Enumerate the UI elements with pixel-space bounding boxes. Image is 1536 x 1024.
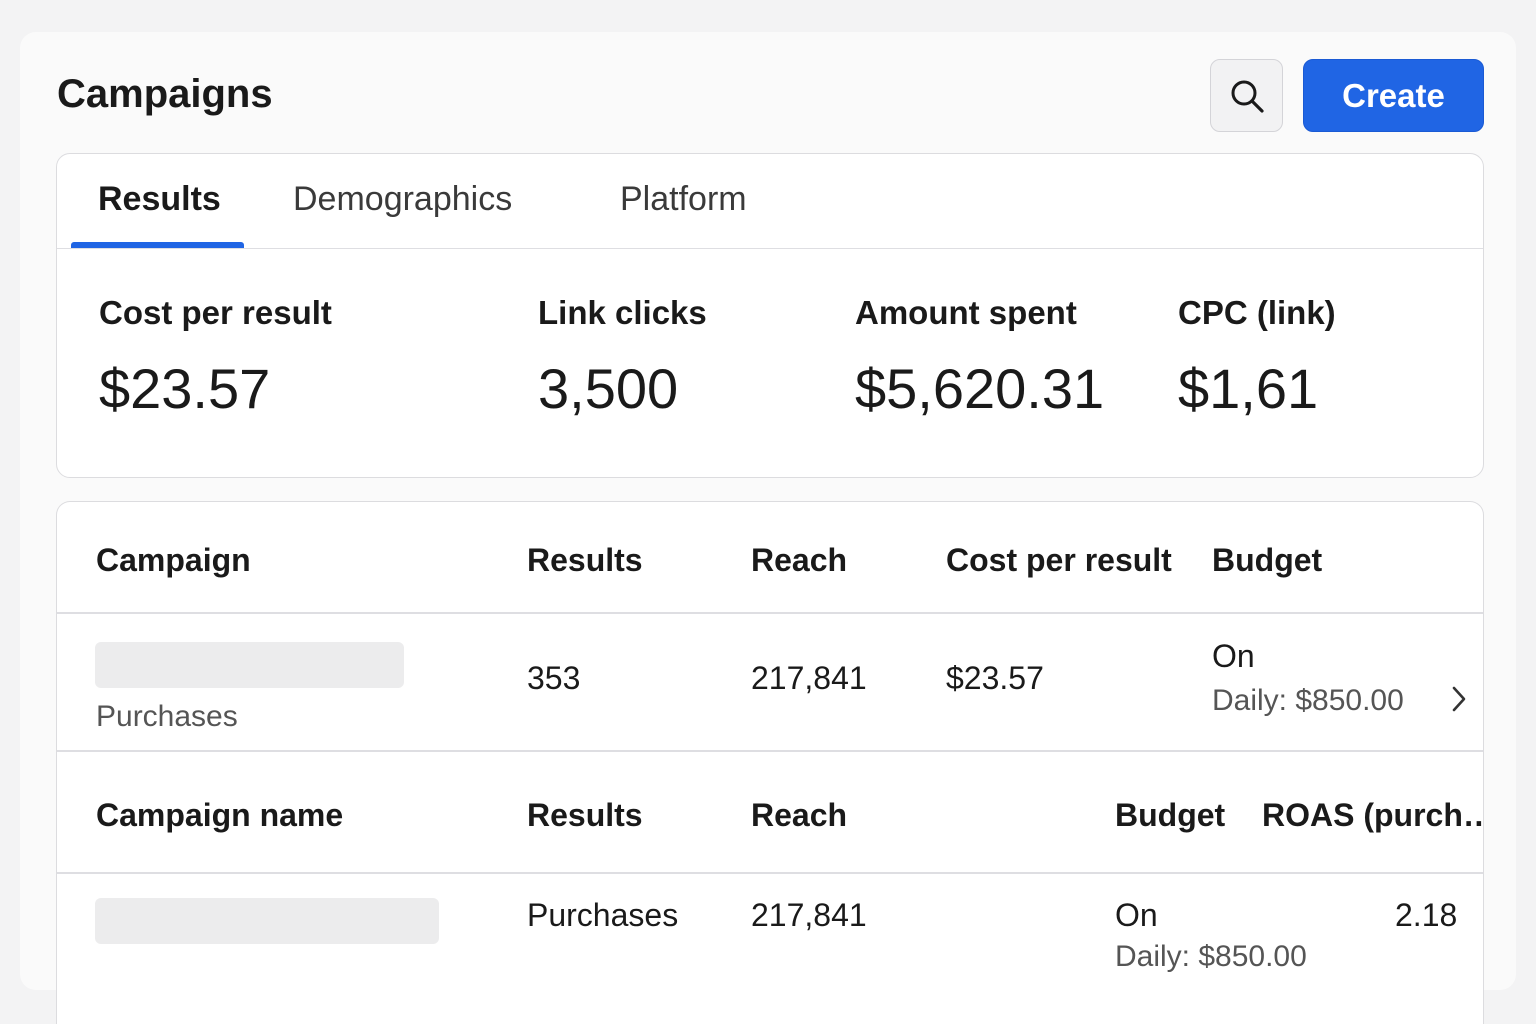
column-header-reach[interactable]: Reach xyxy=(751,797,847,834)
column-header-reach[interactable]: Reach xyxy=(751,542,847,579)
metric-value: $23.57 xyxy=(99,357,271,420)
campaign-name-placeholder[interactable] xyxy=(95,642,404,688)
metric-link-clicks: Link clicks 3,500 xyxy=(538,294,707,421)
row-results: Purchases xyxy=(527,897,679,933)
row-roas: 2.18 xyxy=(1395,897,1458,933)
row-budget-status: On xyxy=(1115,897,1158,933)
search-icon xyxy=(1231,80,1264,113)
metric-value: $5,620.31 xyxy=(855,357,1105,420)
column-header-campaign-name[interactable]: Campaign name xyxy=(96,797,343,834)
metric-value: 3,500 xyxy=(538,357,679,420)
campaign-name-placeholder[interactable] xyxy=(95,898,439,944)
summary-card: Results Demographics Platform Cost per r… xyxy=(56,153,1484,478)
tab-platform[interactable]: Platform xyxy=(620,180,747,219)
metric-cpc-link: CPC (link) $1,61 xyxy=(1178,294,1336,421)
search-button[interactable] xyxy=(1210,59,1283,132)
metric-value: $1,61 xyxy=(1178,357,1319,420)
tab-bar: Results Demographics Platform xyxy=(57,154,1483,249)
divider xyxy=(57,750,1483,752)
campaigns-table-card: Campaign Results Reach Cost per result B… xyxy=(56,501,1484,1024)
row-budget-daily: Daily: $850.00 xyxy=(1212,684,1404,717)
row-budget-daily: Daily: $850.00 xyxy=(1115,940,1307,973)
page-title: Campaigns xyxy=(57,72,273,116)
column-header-roas[interactable]: ROAS (purch… xyxy=(1262,797,1483,834)
chevron-right-icon[interactable] xyxy=(1449,684,1469,714)
row-cost-per-result: $23.57 xyxy=(946,660,1044,696)
create-button[interactable]: Create xyxy=(1303,59,1484,132)
column-header-cost-per-result[interactable]: Cost per result xyxy=(946,542,1172,579)
row-budget-status: On xyxy=(1212,638,1255,674)
metric-label: Cost per result xyxy=(99,294,332,331)
divider xyxy=(57,872,1483,874)
metric-label: CPC (link) xyxy=(1178,294,1336,331)
row-results: 353 xyxy=(527,660,581,696)
column-header-results[interactable]: Results xyxy=(527,542,643,579)
column-header-budget[interactable]: Budget xyxy=(1212,542,1322,579)
tab-results[interactable]: Results xyxy=(98,180,221,219)
tab-demographics[interactable]: Demographics xyxy=(293,180,512,219)
metric-label: Link clicks xyxy=(538,294,707,331)
metric-cost-per-result: Cost per result $23.57 xyxy=(99,294,332,421)
metric-label: Amount spent xyxy=(855,294,1077,331)
campaign-objective: Purchases xyxy=(96,700,238,733)
metric-amount-spent: Amount spent $5,620.31 xyxy=(855,294,1104,421)
column-header-campaign[interactable]: Campaign xyxy=(96,542,251,579)
row-reach: 217,841 xyxy=(751,897,867,933)
row-reach: 217,841 xyxy=(751,660,867,696)
active-tab-indicator xyxy=(71,242,244,248)
column-header-results[interactable]: Results xyxy=(527,797,643,834)
divider xyxy=(57,612,1483,614)
column-header-budget[interactable]: Budget xyxy=(1115,797,1225,834)
